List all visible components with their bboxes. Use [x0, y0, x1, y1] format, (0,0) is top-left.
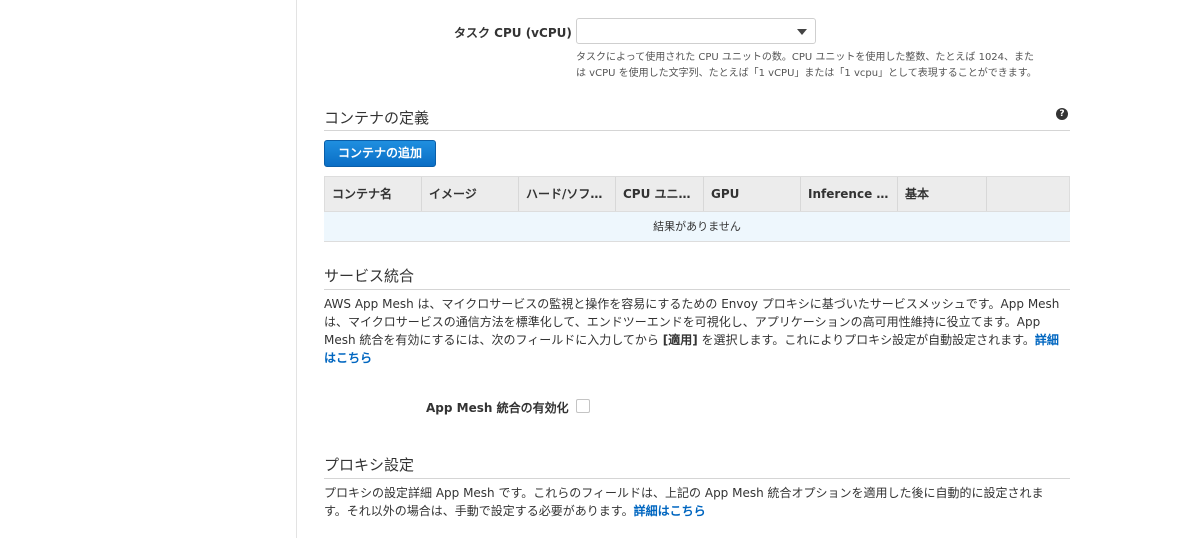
- main-content: タスク CPU (vCPU) タスクによって使用された CPU ユニットの数。C…: [324, 0, 1070, 538]
- description-line: プロキシの設定詳細 App Mesh です。これらのフィールドは、上記の App…: [324, 486, 1044, 500]
- column-header[interactable]: Inference …: [801, 177, 898, 211]
- service-integration-title: サービス統合: [324, 267, 415, 285]
- section-divider: [324, 130, 1070, 131]
- apply-reference: [適用]: [662, 333, 698, 347]
- description-line: す。それ以外の場合は、手動で設定する必要があります。詳細はこちら: [324, 502, 1070, 520]
- learn-more-link[interactable]: 詳細: [1035, 333, 1059, 347]
- column-header[interactable]: コンテナ名: [325, 177, 422, 211]
- proxy-settings-title: プロキシ設定: [324, 456, 415, 474]
- column-header[interactable]: イメージ: [422, 177, 519, 211]
- column-header[interactable]: CPU ユニ…: [616, 177, 704, 211]
- learn-more-link[interactable]: 詳細はこちら: [634, 504, 706, 518]
- help-icon[interactable]: ?: [1056, 108, 1068, 120]
- task-cpu-select[interactable]: [576, 18, 816, 44]
- column-header[interactable]: 基本: [898, 177, 987, 211]
- section-divider: [324, 478, 1070, 479]
- description-text: Mesh 統合を有効にするには、次のフィールドに入力してから: [324, 333, 663, 347]
- task-cpu-help-text: タスクによって使用された CPU ユニットの数。CPU ユニットを使用した整数、…: [576, 50, 1061, 82]
- description-text: を選択します。これによりプロキシ設定が自動設定されます。: [697, 333, 1035, 347]
- learn-more-link[interactable]: はこちら: [324, 351, 372, 365]
- column-header: [987, 177, 1069, 211]
- app-mesh-enable-checkbox[interactable]: [576, 399, 590, 413]
- task-cpu-label: タスク CPU (vCPU): [454, 26, 572, 40]
- description-text: す。それ以外の場合は、手動で設定する必要があります。: [324, 504, 634, 518]
- task-cpu-help-line: タスクによって使用された CPU ユニットの数。CPU ユニットを使用した整数、…: [576, 52, 1035, 63]
- left-sidebar: [0, 0, 297, 538]
- column-header[interactable]: ハード/ソフ…: [519, 177, 616, 211]
- column-header[interactable]: GPU: [704, 177, 801, 211]
- app-mesh-enable-label: App Mesh 統合の有効化: [426, 401, 569, 415]
- empty-table-message: 結果がありません: [324, 212, 1070, 242]
- chevron-down-icon: [797, 29, 807, 35]
- table-header: コンテナ名 イメージ ハード/ソフ… CPU ユニ… GPU Inference…: [324, 176, 1070, 212]
- service-integration-description: AWS App Mesh は、マイクロサービスの監視と操作を容易にするための E…: [324, 295, 1070, 367]
- container-table: コンテナ名 イメージ ハード/ソフ… CPU ユニ… GPU Inference…: [324, 176, 1070, 242]
- section-divider: [324, 289, 1070, 290]
- description-line: AWS App Mesh は、マイクロサービスの監視と操作を容易にするための E…: [324, 297, 1060, 311]
- proxy-settings-description: プロキシの設定詳細 App Mesh です。これらのフィールドは、上記の App…: [324, 484, 1070, 520]
- container-definitions-title: コンテナの定義: [324, 109, 430, 127]
- description-line: はこちら: [324, 349, 1070, 367]
- description-line: は、マイクロサービスの通信方法を標準化して、エンドツーエンドを可視化し、アプリケ…: [324, 315, 1041, 329]
- description-line: Mesh 統合を有効にするには、次のフィールドに入力してから [適用] を選択し…: [324, 331, 1070, 349]
- add-container-button[interactable]: コンテナの追加: [324, 140, 437, 167]
- task-cpu-help-line: は vCPU を使用した文字列、たとえば「1 vCPU」または「1 vcpu」と…: [576, 68, 1037, 79]
